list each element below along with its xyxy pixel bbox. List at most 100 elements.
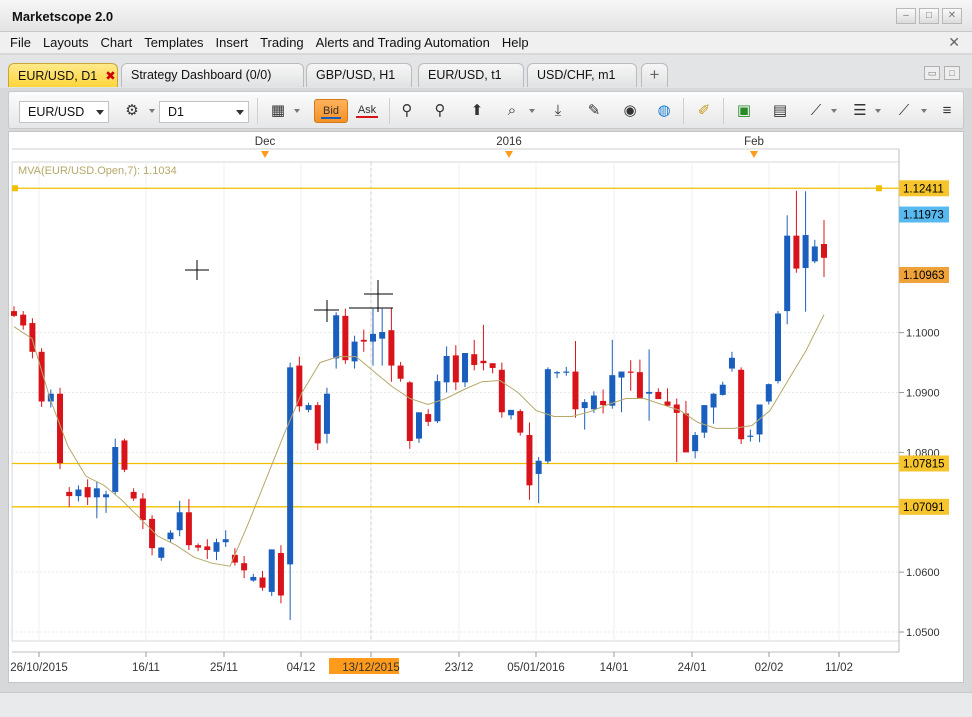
ask-label: Ask bbox=[357, 104, 377, 116]
date-axis: 26/10/2015 16/11 25/11 04/12 13/12/2015 23/12… bbox=[10, 651, 899, 674]
chevron-down-icon[interactable] bbox=[921, 109, 927, 113]
menu-alerts[interactable]: Alerts and Trading Automation bbox=[316, 35, 490, 50]
candle-body bbox=[57, 393, 64, 464]
tab-strategy-dashboard[interactable]: Strategy Dashboard (0/0) bbox=[121, 63, 304, 87]
tab-label: GBP/USD, H1 bbox=[316, 68, 396, 82]
candle-body bbox=[130, 491, 137, 499]
candlestick-chart[interactable]: MVA(EUR/USD.Open,7): 1.1034 1.0500 1.0600… bbox=[9, 132, 965, 684]
price-label-text: 1.11973 bbox=[903, 210, 944, 222]
y-tick-label: 1.1000 bbox=[906, 328, 940, 340]
candle-body bbox=[425, 414, 432, 422]
bid-button[interactable]: Bid bbox=[314, 99, 348, 123]
ruler-icon[interactable]: ✐ bbox=[691, 99, 717, 123]
candle-body bbox=[535, 460, 542, 474]
tab-bar: EUR/USD, D1 ✖ Strategy Dashboard (0/0) GB… bbox=[0, 55, 972, 88]
drawing-lines-icon[interactable]: ⟋ bbox=[803, 99, 829, 123]
candle-body bbox=[139, 498, 146, 521]
candle-body bbox=[333, 315, 340, 359]
menu-bar: File Layouts Chart Templates Insert Trad… bbox=[0, 32, 972, 54]
color-settings-icon[interactable]: ✎ bbox=[581, 99, 607, 123]
maximize-chart-icon[interactable]: □ bbox=[944, 66, 960, 80]
candle-body bbox=[802, 235, 809, 268]
x-tick-label: 05/01/2016 bbox=[507, 662, 565, 674]
candle-body bbox=[369, 333, 376, 342]
candle-body bbox=[793, 235, 800, 269]
menu-chart[interactable]: Chart bbox=[101, 35, 133, 50]
chevron-down-icon[interactable] bbox=[529, 109, 535, 113]
layout-icon[interactable]: ▤ bbox=[767, 99, 793, 123]
price-label-text: 1.07815 bbox=[903, 458, 945, 470]
instrument-select[interactable]: EUR/USD bbox=[19, 101, 109, 123]
close-window-button[interactable]: ✕ bbox=[942, 8, 962, 24]
candle-body bbox=[728, 357, 735, 369]
candle-body bbox=[498, 369, 505, 413]
menu-insert[interactable]: Insert bbox=[216, 35, 249, 50]
period-marker-arrow bbox=[505, 151, 513, 158]
candle-body bbox=[590, 395, 597, 410]
chevron-down-icon[interactable] bbox=[294, 109, 300, 113]
candle-body bbox=[682, 413, 689, 453]
candle-body bbox=[636, 372, 643, 398]
add-indicator-icon[interactable]: ⚲ bbox=[427, 99, 453, 123]
indicator-label: MVA(EUR/USD.Open,7): 1.1034 bbox=[18, 165, 177, 177]
tab-close-icon[interactable]: ✖ bbox=[105, 69, 115, 83]
tab-usdchf-m1[interactable]: USD/CHF, m1 bbox=[527, 63, 637, 87]
tab-label: USD/CHF, m1 bbox=[537, 68, 616, 82]
chevron-down-icon[interactable] bbox=[875, 109, 881, 113]
ask-button[interactable]: Ask bbox=[350, 99, 384, 123]
depth-of-market-icon[interactable]: ⚲ bbox=[394, 99, 420, 123]
chart-type-icon[interactable]: ▦ bbox=[265, 99, 291, 123]
candle-body bbox=[11, 311, 17, 316]
x-tick-label: 13/12/2015 bbox=[342, 662, 400, 674]
close-document-button[interactable]: ✕ bbox=[948, 34, 960, 51]
menu-file[interactable]: File bbox=[10, 35, 31, 50]
search-instrument-icon[interactable]: ⚙ bbox=[119, 99, 145, 123]
more-icon[interactable]: ≡ bbox=[937, 99, 957, 123]
chart-area[interactable]: MVA(EUR/USD.Open,7): 1.1034 1.0500 1.0600… bbox=[8, 131, 964, 683]
chevron-down-icon[interactable] bbox=[149, 109, 155, 113]
y-tick-label: 1.0600 bbox=[906, 567, 940, 579]
menu-layouts[interactable]: Layouts bbox=[43, 35, 89, 50]
globe-icon[interactable]: ◍ bbox=[651, 99, 677, 123]
candle-body bbox=[811, 246, 818, 262]
candle-body bbox=[784, 235, 791, 312]
horizontal-lines-icon[interactable]: ☰ bbox=[847, 99, 873, 123]
new-tab-button[interactable]: + bbox=[641, 63, 668, 87]
timeframe-select[interactable]: D1 bbox=[159, 101, 249, 123]
restore-chart-icon[interactable]: ▭ bbox=[924, 66, 940, 80]
maximize-button[interactable]: □ bbox=[919, 8, 939, 24]
tab-eurusd-t1[interactable]: EUR/USD, t1 bbox=[418, 63, 524, 87]
menu-help[interactable]: Help bbox=[502, 35, 529, 50]
eye-icon[interactable]: ◉ bbox=[617, 99, 643, 123]
candle-body bbox=[213, 542, 220, 552]
candle-body bbox=[489, 363, 496, 368]
candle-body bbox=[259, 577, 266, 588]
candle-body bbox=[738, 369, 745, 440]
candle-body bbox=[719, 384, 726, 395]
x-tick-label: 26/10/2015 bbox=[10, 662, 68, 674]
candle-body bbox=[250, 576, 257, 581]
y-tick-label: 1.0900 bbox=[906, 388, 940, 400]
chevron-down-icon[interactable] bbox=[831, 109, 837, 113]
menu-templates[interactable]: Templates bbox=[144, 35, 203, 50]
tab-eurusd-d1[interactable]: EUR/USD, D1 ✖ bbox=[8, 63, 118, 87]
screenshot-icon[interactable]: ▣ bbox=[731, 99, 757, 123]
candle-body bbox=[241, 563, 248, 571]
tab-gbpusd-h1[interactable]: GBP/USD, H1 bbox=[306, 63, 412, 87]
candle-body bbox=[84, 487, 91, 498]
fibonacci-icon[interactable]: ⟋ bbox=[891, 99, 917, 123]
candle-body bbox=[774, 313, 781, 382]
candle-body bbox=[471, 354, 478, 365]
candle-body bbox=[655, 391, 662, 400]
candle-body bbox=[103, 494, 110, 498]
minimize-button[interactable]: – bbox=[896, 8, 916, 24]
x-tick-label: 25/11 bbox=[210, 662, 238, 674]
x-tick-label: 04/12 bbox=[287, 662, 316, 674]
menu-trading[interactable]: Trading bbox=[260, 35, 304, 50]
download-icon[interactable]: ⤓ bbox=[545, 99, 571, 123]
zoom-icon[interactable]: ⌕ bbox=[499, 99, 525, 123]
period-marker-arrow bbox=[750, 151, 758, 158]
trade-icon[interactable]: ⬆ bbox=[464, 99, 490, 123]
candle-body bbox=[554, 372, 561, 374]
candle-body bbox=[609, 375, 616, 406]
